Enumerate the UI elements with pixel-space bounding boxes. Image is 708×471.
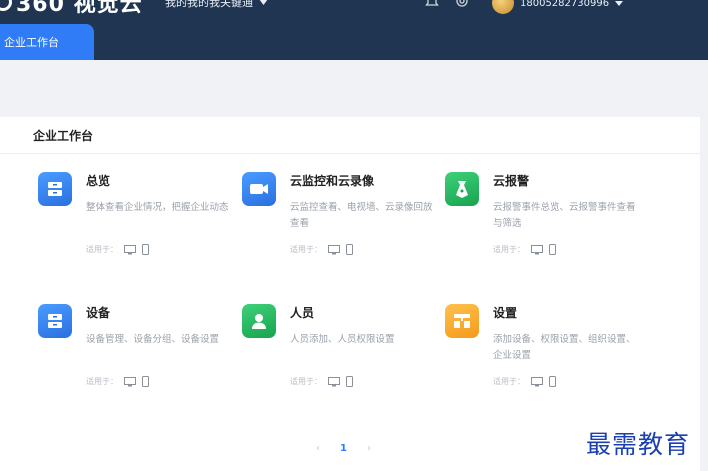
workbench-panel: 企业工作台 总览 整体查看企业情况，把握企业动态 适用于： 云监控和云录像 云监… (0, 117, 700, 471)
panel-divider (0, 153, 700, 154)
applies-to: 适用于： (493, 376, 556, 387)
card-description: 人员添加、人员权限设置 (290, 334, 395, 345)
user-phone: 18005282730996 (520, 0, 610, 9)
mobile-icon (346, 244, 353, 255)
desktop-icon (328, 376, 340, 386)
logo-text: 360 视觉云 (16, 0, 143, 17)
applies-label: 适用于： (86, 377, 118, 386)
desktop-icon (124, 244, 136, 254)
prev-page-button[interactable]: ‹ (316, 443, 320, 454)
applies-label: 适用于： (86, 245, 118, 254)
applies-to: 适用于： (86, 244, 149, 255)
mobile-icon (346, 376, 353, 387)
mobile-icon (142, 244, 149, 255)
camera-icon (242, 172, 276, 206)
logo-ring-icon (0, 0, 12, 11)
card-title: 设备 (86, 306, 111, 320)
next-page-button[interactable]: › (367, 443, 371, 454)
mobile-icon (142, 376, 149, 387)
applies-to: 适用于： (290, 244, 353, 255)
desktop-icon (531, 244, 543, 254)
applies-label: 适用于： (493, 245, 525, 254)
tab-enterprise-workbench[interactable]: 企业工作台 (0, 24, 94, 60)
desktop-icon (531, 376, 543, 386)
panel-title: 企业工作台 (33, 129, 94, 143)
user-menu[interactable]: 18005282730996 (492, 0, 624, 14)
enterprise-switcher[interactable]: 我的我的我关键通 (165, 0, 268, 10)
card-title: 云报警 (493, 174, 530, 188)
top-navigation-bar: 360 视觉云 我的我的我关键通 18005282730996 企业工作台 (0, 0, 708, 60)
card-title: 云监控和云录像 (290, 174, 375, 188)
chevron-down-icon (615, 0, 624, 6)
device-icon (38, 304, 72, 338)
mobile-icon (549, 376, 556, 387)
person-icon (242, 304, 276, 338)
applies-label: 适用于： (290, 377, 322, 386)
app-logo[interactable]: 360 视觉云 (0, 0, 143, 17)
tab-label: 企业工作台 (4, 36, 59, 49)
card-description: 整体查看企业情况，把握企业动态 (86, 202, 229, 213)
applies-to: 适用于： (493, 244, 556, 255)
desktop-icon (124, 376, 136, 386)
card-description: 设备管理、设备分组、设备设置 (86, 334, 220, 345)
alarm-icon (445, 172, 479, 206)
bell-icon[interactable] (425, 0, 439, 8)
desktop-icon (328, 244, 340, 254)
mobile-icon (549, 244, 556, 255)
card-description: 云报警事件总览、云报警事件查看与筛选 (493, 202, 636, 229)
applies-to: 适用于： (86, 376, 149, 387)
settings-gear-icon[interactable] (455, 0, 469, 8)
applies-label: 适用于： (493, 377, 525, 386)
applies-to: 适用于： (290, 376, 353, 387)
page-number-current[interactable]: 1 (340, 443, 347, 454)
enterprise-name: 我的我的我关键通 (165, 0, 253, 9)
pagination: ‹ 1 › (316, 443, 371, 454)
chevron-down-icon (259, 0, 268, 5)
overview-icon (38, 172, 72, 206)
applies-label: 适用于： (290, 245, 322, 254)
card-title: 人员 (290, 306, 315, 320)
avatar (492, 0, 514, 14)
settings-org-icon (445, 304, 479, 338)
card-title: 设置 (493, 306, 518, 320)
card-description: 添加设备、权限设置、组织设置、企业设置 (493, 334, 636, 361)
card-title: 总览 (86, 174, 111, 188)
watermark: 最需教育 (586, 430, 691, 459)
card-description: 云监控查看、电视墙、云录像回放查看 (290, 202, 433, 229)
